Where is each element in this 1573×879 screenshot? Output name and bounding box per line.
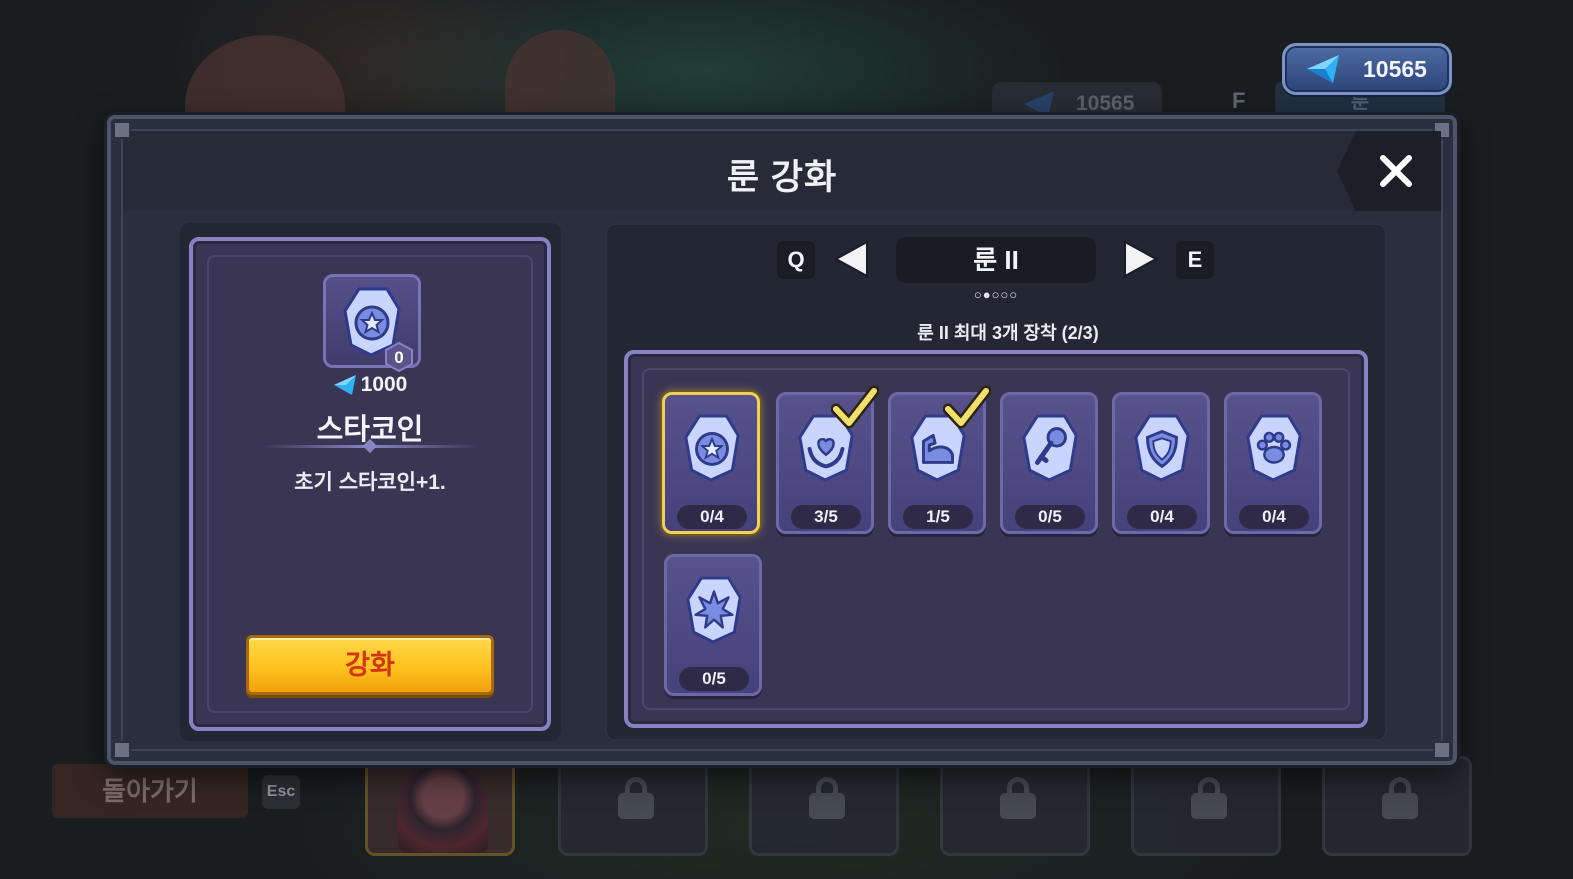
page-indicator: ○●○○○ [973, 287, 1019, 302]
character-slot-locked[interactable] [558, 756, 708, 856]
rune-level-badge: 0 [385, 342, 413, 372]
arrow-left-icon[interactable] [833, 239, 869, 279]
close-button[interactable] [1337, 131, 1441, 211]
character-portrait [398, 767, 488, 853]
lock-icon [1380, 777, 1420, 819]
equipped-check-icon [831, 385, 879, 429]
prev-page-key: Q [777, 241, 815, 279]
rune-page-label: 룬 II [896, 237, 1096, 283]
character-slot-locked[interactable] [940, 756, 1090, 856]
modal-title: 룬 강화 [726, 158, 838, 197]
next-page-key: E [1176, 241, 1214, 279]
frame-corner [1433, 741, 1451, 759]
rune-slot[interactable]: 0/4 [1224, 392, 1322, 534]
arrow-right-icon[interactable] [1123, 239, 1159, 279]
frame-corner [113, 741, 131, 759]
upgrade-button[interactable]: 강화 [246, 635, 494, 695]
blue-gem-icon [333, 375, 356, 395]
rune-slot[interactable]: 0/5 [1000, 392, 1098, 534]
paw-rune-icon [1246, 414, 1302, 482]
rune-level: 0/4 [1239, 505, 1309, 529]
character-slot-locked[interactable] [749, 756, 899, 856]
upgrade-cost-value: 1000 [360, 373, 408, 396]
rune-level: 3/5 [791, 505, 861, 529]
back-button[interactable]: 돌아가기 [52, 764, 248, 818]
rune-level: 0/5 [679, 667, 749, 691]
rune-upgrade-modal: 룬 강화 0 1000 스타코인 초기 스타코인+1. 강화 Q 룬 II E … [107, 115, 1457, 765]
lock-icon [998, 777, 1038, 819]
background-gem-value: 10565 [1076, 92, 1135, 115]
background-f-key: F [1232, 88, 1246, 113]
rune-level: 1/5 [903, 505, 973, 529]
rune-grid: 0/4 3/5 1/5 0/5 0/4 0/4 0/5 [624, 350, 1368, 728]
character-slot-locked[interactable] [1131, 756, 1281, 856]
character-slot[interactable] [365, 756, 515, 856]
esc-key-hint: Esc [262, 775, 300, 809]
gem-count: 10565 [1363, 55, 1427, 82]
upgrade-cost: 1000 [189, 373, 551, 397]
lock-icon [616, 777, 656, 819]
rune-slot[interactable]: 0/4 [1112, 392, 1210, 534]
equipped-check-icon [943, 385, 991, 429]
gem-currency-display: 10565 [1282, 43, 1452, 95]
key-rune-icon [1022, 414, 1078, 482]
star-rune-icon [684, 414, 740, 482]
lock-icon [807, 777, 847, 819]
burst-rune-icon [686, 576, 742, 644]
rune-slot[interactable]: 0/4 [662, 392, 760, 534]
rune-level: 0/5 [1015, 505, 1085, 529]
close-icon [1380, 155, 1412, 187]
shield-rune-icon [1134, 414, 1190, 482]
rune-slot[interactable]: 0/5 [664, 554, 762, 696]
frame-corner [113, 121, 131, 139]
blue-gem-icon [1307, 55, 1339, 83]
rune-level: 0/4 [1127, 505, 1197, 529]
equip-limit-info: 룬 II 최대 3개 장착 (2/3) [917, 323, 1099, 343]
rune-level-value: 0 [394, 348, 403, 367]
selected-rune-description: 초기 스타코인+1. [294, 471, 446, 494]
lock-icon [1189, 777, 1229, 819]
rune-level: 0/4 [677, 505, 747, 529]
character-slot-locked[interactable] [1322, 756, 1472, 856]
